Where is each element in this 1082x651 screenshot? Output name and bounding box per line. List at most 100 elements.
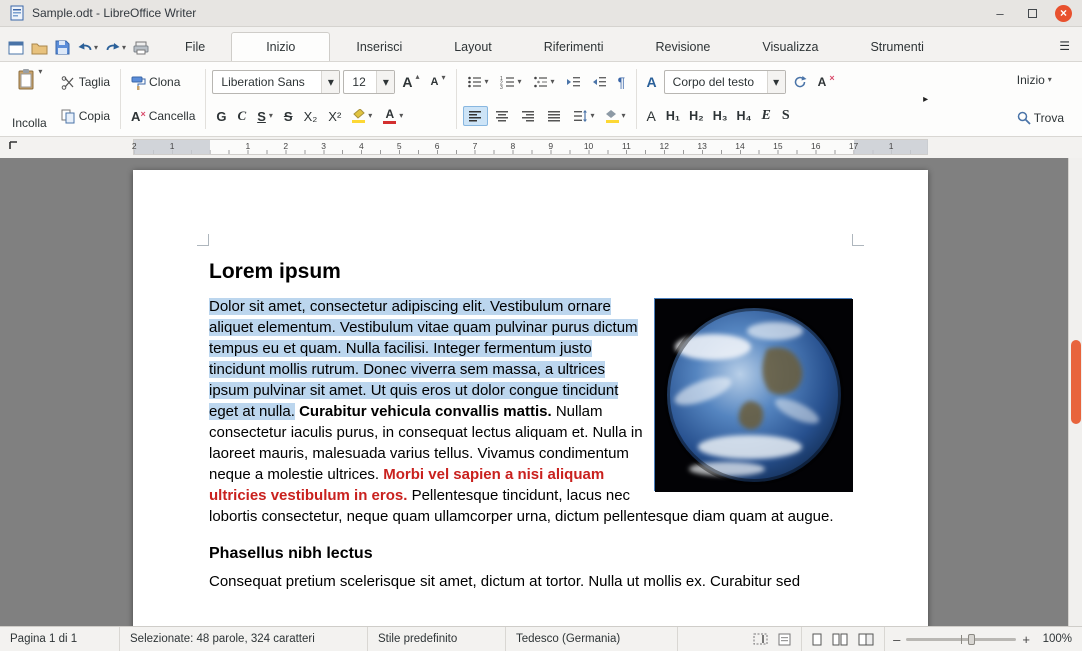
align-right-button[interactable] [517,107,540,125]
italic-button[interactable]: C [234,106,251,126]
multi-page-view-icon[interactable] [832,633,848,646]
undo-icon[interactable]: ▾ [77,41,98,54]
selection-mode-icon[interactable] [753,633,768,645]
toolbar-overflow-icon[interactable]: ▸ [921,94,930,105]
font-name-dropdown-icon[interactable]: ▾ [321,71,340,93]
formatting-marks-button[interactable]: ¶ [614,72,630,92]
paragraph-background-button[interactable]: ▾ [602,108,630,125]
bullet-list-button[interactable]: ▾ [463,73,493,91]
maximize-button[interactable] [1023,4,1041,22]
paste-dropdown-icon[interactable]: ▾ [38,68,42,76]
tab-strumenti[interactable]: Strumenti [844,33,950,61]
page-count-status[interactable]: Pagina 1 di 1 [0,627,120,651]
bullet-list-dropdown-icon[interactable]: ▾ [485,78,489,86]
page-style-status[interactable]: Stile predefinito [368,627,506,651]
decrease-font-size-button[interactable]: A ▾ [427,74,450,90]
tab-file[interactable]: File [159,33,231,61]
section-menu-dropdown-icon[interactable]: ▾ [1048,76,1052,84]
heading2-style-button[interactable]: H₂ [686,107,707,125]
underline-dropdown-icon[interactable]: ▾ [269,112,273,120]
document-modified-icon[interactable] [778,633,791,646]
underline-button[interactable]: S ▾ [253,107,277,126]
hamburger-menu-icon[interactable]: ☰ [1059,39,1082,61]
paragraph-background-dropdown-icon[interactable]: ▾ [622,112,626,120]
align-justify-button[interactable] [543,107,566,125]
open-file-icon[interactable] [31,41,48,55]
find-button[interactable]: Trova [1013,106,1068,130]
font-size-dropdown-icon[interactable]: ▾ [376,71,395,93]
strong-style-button[interactable]: S [778,106,794,126]
heading4-style-button[interactable]: H₄ [734,107,755,125]
font-size-combo[interactable]: 12 ▾ [343,70,396,94]
line-spacing-button[interactable]: ▾ [569,107,599,125]
strikethrough-button[interactable]: S [280,107,297,126]
line-spacing-dropdown-icon[interactable]: ▾ [591,112,595,120]
redo-dropdown-icon[interactable]: ▾ [122,43,126,52]
superscript-button[interactable]: X² [324,107,345,126]
zoom-out-button[interactable]: – [893,632,900,647]
increase-indent-button[interactable] [562,73,585,91]
document-paragraph1[interactable]: Dolor sit amet, consectetur adipiscing e… [209,296,853,527]
zoom-slider-handle[interactable] [968,633,975,645]
language-status[interactable]: Tedesco (Germania) [506,627,678,651]
font-color-dropdown-icon[interactable]: ▾ [399,112,403,120]
tab-inserisci[interactable]: Inserisci [330,33,428,61]
notebookbar-toolbar: ▾ Incolla Taglia Copia Clona A× Cancella… [0,62,1082,137]
align-center-button[interactable] [491,107,514,125]
tab-inizio[interactable]: Inizio [231,32,331,61]
font-name-combo[interactable]: Liberation Sans ▾ [212,70,341,94]
align-left-button[interactable] [462,106,488,126]
outline-list-button[interactable]: ▾ [529,73,559,91]
outline-list-dropdown-icon[interactable]: ▾ [551,78,555,86]
edit-style-button[interactable]: A × [814,73,839,91]
tab-stop-selector-icon[interactable] [8,140,19,151]
no-character-style-button[interactable]: A [643,106,660,126]
undo-dropdown-icon[interactable]: ▾ [94,43,98,52]
tab-visualizza[interactable]: Visualizza [736,33,844,61]
emphasis-style-button[interactable]: E [757,106,774,126]
heading1-style-button[interactable]: H₁ [663,107,683,125]
tab-layout[interactable]: Layout [428,33,518,61]
copy-button[interactable]: Copia [57,101,114,131]
vertical-scrollbar[interactable] [1068,158,1082,626]
close-button[interactable]: × [1055,4,1072,22]
highlight-dropdown-icon[interactable]: ▾ [368,112,372,120]
update-style-button[interactable] [789,73,811,91]
heading3-style-button[interactable]: H₃ [710,107,731,125]
clear-formatting-button[interactable]: A× Cancella [127,101,199,131]
numbered-list-button[interactable]: 123 ▾ [496,73,526,91]
paragraph-style-dropdown-icon[interactable]: ▾ [766,71,785,93]
bold-button[interactable]: G [212,107,230,126]
bold-sentence[interactable]: Curabitur vehicula convallis mattis. [299,403,552,420]
tab-revisione[interactable]: Revisione [630,33,737,61]
highlight-color-button[interactable]: ▾ [348,107,376,125]
zoom-slider[interactable] [906,633,1017,645]
page[interactable]: Lorem ipsum Dolor sit amet, consectetur … [133,170,928,626]
print-icon[interactable] [133,41,149,55]
subscript-button[interactable]: X₂ [300,107,322,126]
clone-formatting-button[interactable]: Clona [127,67,199,97]
minimize-button[interactable]: – [991,4,1009,22]
earth-image[interactable] [654,298,853,492]
section-menu-button[interactable]: Inizio ▾ [1013,68,1056,92]
save-icon[interactable] [55,40,70,55]
cut-button[interactable]: Taglia [57,67,114,97]
selected-text[interactable]: Dolor sit amet, consectetur adipiscing e… [209,298,638,420]
single-page-view-icon[interactable] [812,633,822,646]
tab-riferimenti[interactable]: Riferimenti [518,33,630,61]
menubar-toggle-icon[interactable] [8,41,24,55]
book-view-icon[interactable] [858,633,874,646]
scrollbar-thumb[interactable] [1071,340,1081,424]
paste-button[interactable]: ▾ Incolla [6,66,53,132]
paragraph-style-combo[interactable]: Corpo del testo ▾ [663,70,786,94]
redo-icon[interactable]: ▾ [105,41,126,54]
document-paragraph2[interactable]: Consequat pretium scelerisque sit amet, … [209,571,852,592]
decrease-indent-button[interactable] [588,73,611,91]
numbered-list-dropdown-icon[interactable]: ▾ [518,78,522,86]
font-color-button[interactable]: A ▾ [379,106,407,126]
word-count-status[interactable]: Selezionate: 48 parole, 324 caratteri [120,627,368,651]
zoom-in-button[interactable]: + [1022,632,1030,647]
ruler-track[interactable]: 2 1 1 2 3 4 5 6 7 8 9 10 11 12 13 14 15 16 17 1 [132,139,928,155]
zoom-level-label[interactable]: 100% [1038,633,1082,645]
increase-font-size-button[interactable]: A ▴ [398,72,423,92]
